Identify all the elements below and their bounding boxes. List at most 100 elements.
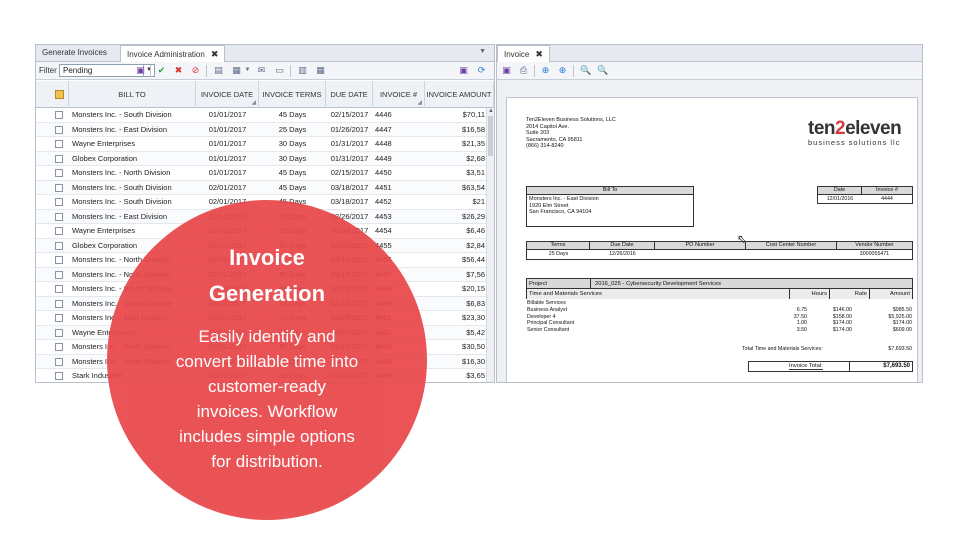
total-tm-label: Total Time and Materials Services:	[742, 346, 823, 352]
filter-value: Pending	[63, 66, 93, 75]
col-invoice-amount[interactable]: INVOICE AMOUNT	[425, 81, 494, 108]
tab-label: Invoice	[504, 50, 530, 59]
col-due-date[interactable]: DUE DATE	[326, 81, 373, 108]
cell-terms: 30 Days	[278, 153, 307, 163]
refresh-icon[interactable]: ⟳	[476, 65, 487, 76]
cell-amount: $5,42	[466, 327, 485, 337]
row-checkbox[interactable]	[55, 227, 63, 235]
cancel-icon[interactable]: ⊘	[190, 65, 201, 76]
cell-bill-to: Globex Corporation	[72, 153, 138, 163]
select-all-header[interactable]	[36, 81, 69, 108]
filter-icon[interactable]: ◢	[251, 100, 256, 106]
previous-page-icon[interactable]: ⊕	[540, 65, 551, 76]
row-checkbox[interactable]	[55, 169, 63, 177]
scroll-thumb[interactable]	[488, 116, 493, 156]
report-icon[interactable]: ▥	[297, 65, 308, 76]
cell-amount: $21	[472, 197, 485, 206]
callout-body-line: Easily identify and	[198, 327, 336, 346]
document-icon[interactable]: ▭	[274, 65, 285, 76]
tm-rate: $174.00	[832, 326, 852, 333]
total-tm-value: $7,693.50	[888, 346, 912, 352]
row-checkbox[interactable]	[55, 256, 63, 264]
row-checkbox[interactable]	[55, 357, 63, 366]
row-checkbox[interactable]	[55, 328, 63, 337]
invoice-preview-panel: Invoice ✖ ▣ ⎙ ⊕ ⊕ 🔍 🔍 Ten2Eleven Business…	[496, 44, 923, 383]
approve-icon[interactable]: ✔	[156, 65, 167, 76]
export-icon[interactable]: ▦	[231, 65, 242, 76]
invoice-total-value: $7,693.50	[883, 363, 910, 369]
grid-scrollbar[interactable]: ▲	[486, 108, 494, 382]
tab-invoice-administration[interactable]: Invoice Administration ✖	[120, 45, 226, 63]
save-layout-icon[interactable]: ▣	[458, 65, 469, 76]
vendor-number-value: 3000055471	[859, 251, 890, 257]
zoom-out-icon[interactable]: 🔍	[580, 65, 591, 76]
row-checkbox[interactable]	[55, 154, 63, 163]
chevron-down-icon[interactable]: ▼	[242, 65, 253, 76]
row-checkbox[interactable]	[55, 343, 63, 351]
rate-header: Rate	[829, 289, 869, 299]
row-checkbox[interactable]	[55, 270, 63, 279]
col-invoice-date[interactable]: INVOICE DATE ◢	[196, 81, 259, 108]
table-row[interactable]: Monsters Inc. - East Division 01/01/2017 2…	[36, 122, 494, 137]
print-icon[interactable]: ▤	[213, 65, 224, 76]
filter-icon[interactable]: ◢	[417, 100, 422, 106]
next-page-icon[interactable]: ⊕	[557, 65, 568, 76]
row-checkbox[interactable]	[55, 140, 63, 148]
save-icon[interactable]: ▣	[135, 65, 146, 76]
amount-header: Amount	[869, 289, 912, 299]
cell-terms: 45 Days	[278, 168, 307, 177]
cell-amount: $2,84	[466, 240, 485, 250]
save-icon[interactable]: ▣	[501, 65, 512, 76]
tm-hours: 3.50	[796, 326, 807, 333]
table-row[interactable]: Wayne Enterprises 01/01/2017 30 Days 01/31/…	[36, 137, 494, 152]
row-checkbox[interactable]	[55, 299, 63, 308]
tm-line-row: Senior Consultant 3.50 $174.00 $609.00	[526, 327, 912, 334]
cell-due: 02/15/2017	[330, 168, 369, 177]
row-checkbox[interactable]	[55, 314, 63, 322]
cell-num: 4447	[375, 124, 392, 134]
col-invoice-number[interactable]: INVOICE # ◢	[373, 81, 425, 108]
row-checkbox[interactable]	[55, 198, 63, 206]
row-checkbox[interactable]	[55, 212, 63, 221]
table-row[interactable]: Globex Corporation 01/01/2017 30 Days 01/31…	[36, 151, 494, 166]
cell-terms: 25 Days	[278, 124, 307, 134]
cell-amount: $3,51	[466, 168, 485, 177]
tab-invoice[interactable]: Invoice ✖	[497, 45, 550, 63]
callout-body-line: for distribution.	[211, 452, 323, 471]
row-checkbox[interactable]	[55, 372, 63, 380]
callout-title-line-1: Invoice	[229, 245, 305, 270]
cell-amount: $23,30	[462, 313, 485, 322]
cell-num: 4448	[375, 139, 392, 148]
cell-due: 01/31/2017	[330, 139, 369, 148]
email-icon[interactable]: ✉	[256, 65, 267, 76]
select-all-checkbox[interactable]	[55, 90, 64, 99]
print-icon[interactable]: ⎙	[518, 65, 529, 76]
tab-label: Invoice Administration	[127, 50, 205, 59]
delete-icon[interactable]: ✖	[173, 65, 184, 76]
close-icon[interactable]: ✖	[211, 49, 219, 59]
close-icon[interactable]: ✖	[535, 49, 543, 59]
row-checkbox[interactable]	[55, 183, 63, 192]
zoom-in-icon[interactable]: 🔍	[597, 65, 608, 76]
table-row[interactable]: Monsters Inc. - North Division 01/01/2017…	[36, 166, 494, 181]
invoice-date-value: 12/01/2016	[826, 196, 854, 202]
cell-date: 01/01/2017	[208, 139, 247, 148]
scroll-up-icon[interactable]: ▲	[487, 108, 494, 114]
col-bill-to[interactable]: BILL TO	[69, 81, 196, 108]
cell-bill-to: Wayne Enterprises	[72, 139, 136, 148]
table-row[interactable]: Monsters Inc. - South Division 01/01/2017…	[36, 108, 494, 123]
cell-num: 4454	[375, 226, 392, 235]
left-toolbar: Filter Pending ▼ ▣ ✔ ✖ ⊘ ▤ ▦ ▼ ✉ ▭ ▥ ▦ ▣ …	[36, 62, 494, 80]
row-checkbox[interactable]	[55, 125, 63, 134]
table-row[interactable]: Monsters Inc. - South Division 02/01/2017…	[36, 180, 494, 195]
row-checkbox[interactable]	[55, 111, 63, 119]
invoice-number-header: Invoice #	[875, 187, 898, 193]
row-checkbox[interactable]	[55, 241, 63, 250]
row-checkbox[interactable]	[55, 285, 63, 293]
columns-icon[interactable]: ▦	[315, 65, 326, 76]
tab-generate-invoices[interactable]: Generate Invoices	[36, 45, 113, 62]
invoice-total-label: Invoice Total:	[789, 363, 823, 370]
col-invoice-terms[interactable]: INVOICE TERMS	[259, 81, 326, 108]
tab-list-dropdown-icon[interactable]: ▼	[479, 48, 486, 55]
right-toolbar: ▣ ⎙ ⊕ ⊕ 🔍 🔍	[497, 62, 922, 80]
